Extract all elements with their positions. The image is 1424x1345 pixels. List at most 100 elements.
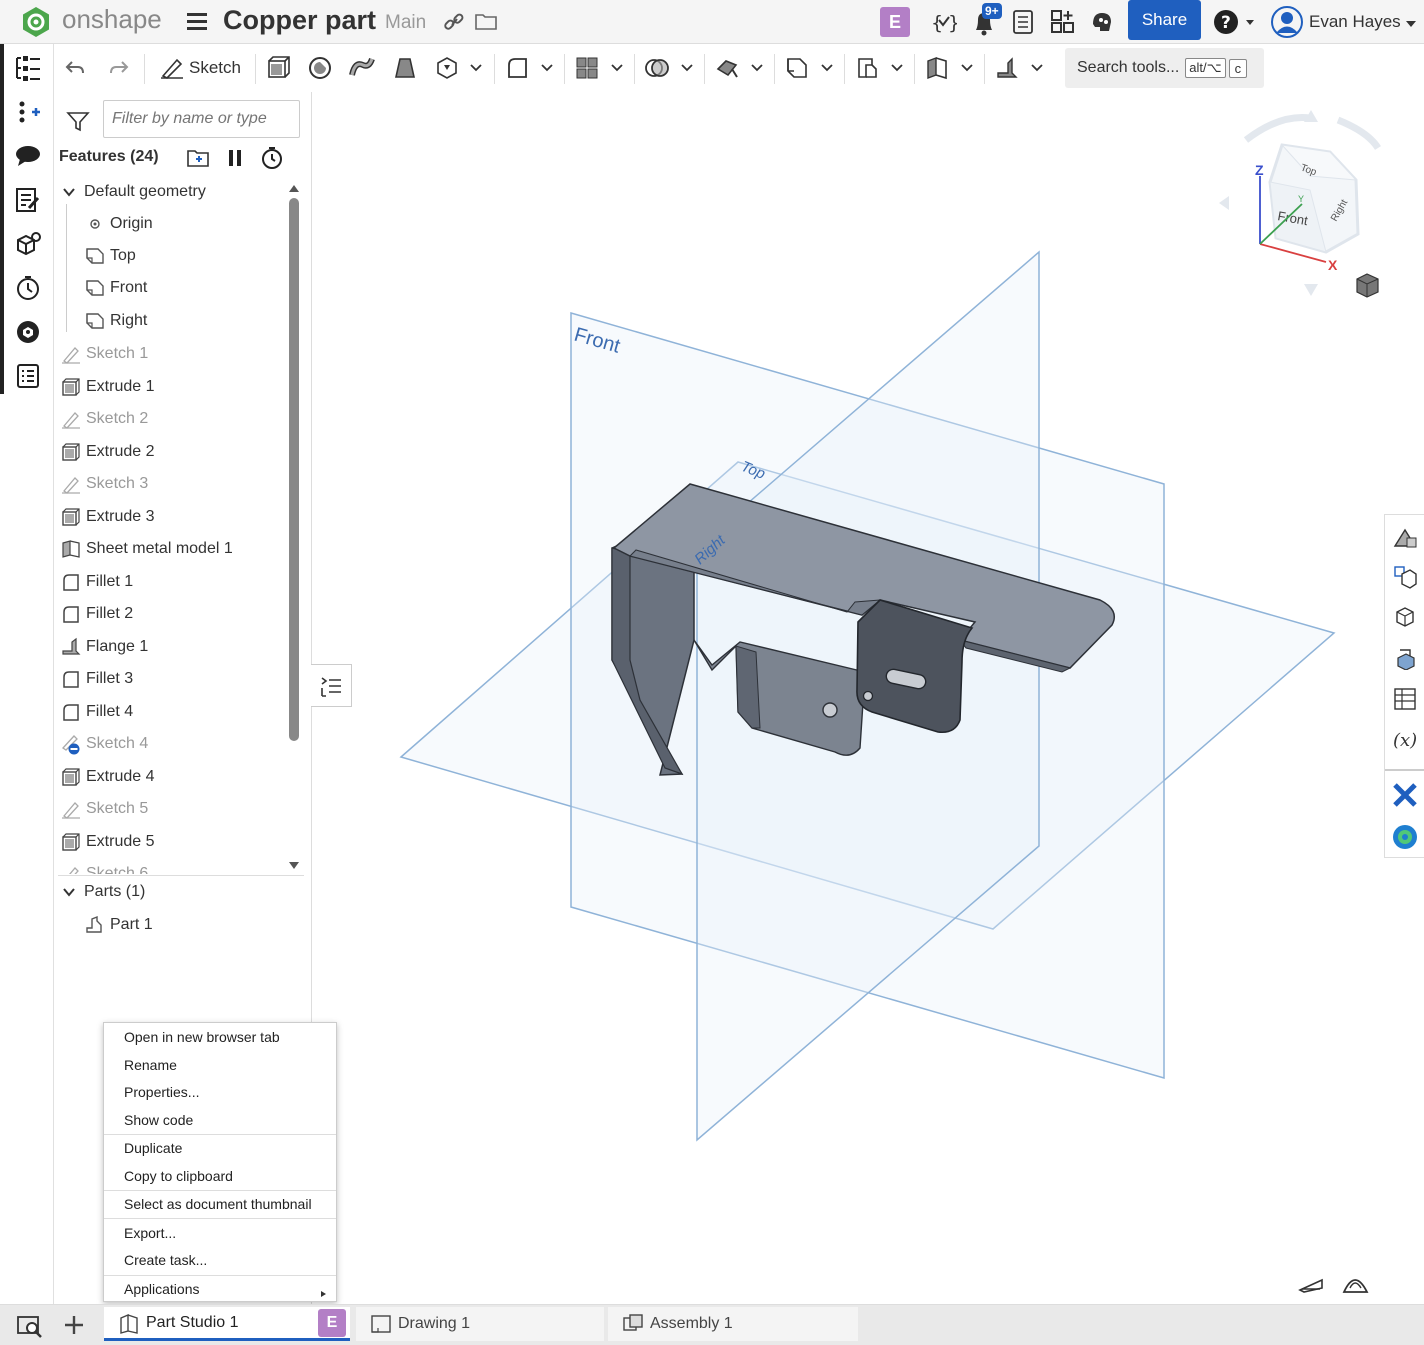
scrollbar-thumb[interactable] [289,198,299,741]
share-button[interactable]: Share [1128,0,1201,40]
chevron-down-icon[interactable] [1404,16,1418,27]
link-icon[interactable] [443,12,465,32]
simulation-app-icon[interactable] [1390,821,1420,853]
named-views-icon[interactable] [1390,641,1420,673]
feature-row[interactable]: Fillet 2 [60,598,290,630]
add-tab-icon[interactable] [62,1313,86,1337]
feature-row[interactable]: Fillet 1 [60,566,290,598]
menu-item-export[interactable]: Export... [104,1220,336,1246]
configurations-panel-icon[interactable] [1390,601,1420,633]
frame-icon[interactable] [992,52,1022,84]
chevron-down-icon[interactable] [609,52,625,84]
chevron-down-icon[interactable] [58,881,80,903]
pattern-icon[interactable] [572,52,602,84]
tree-item-top-plane[interactable]: Top [84,240,290,272]
tab-drawing-1[interactable]: Drawing 1 [356,1307,604,1341]
chevron-down-icon[interactable] [468,52,484,84]
learning-center-icon[interactable] [1089,9,1115,35]
menu-item-open-new-tab[interactable]: Open in new browser tab [104,1024,336,1050]
onshape-logo-icon[interactable] [18,4,54,40]
feature-list-toggle-button[interactable] [311,664,352,707]
view-mode-cube-icon[interactable] [1356,273,1384,298]
branch-name[interactable]: Main [385,12,426,34]
workspace-badge[interactable]: E [880,7,910,37]
measure-icon[interactable] [1298,1278,1323,1293]
feature-row[interactable]: Sheet metal model 1 [60,533,290,565]
release-list-icon[interactable] [1011,9,1035,35]
menu-item-duplicate[interactable]: Duplicate [104,1135,336,1161]
chevron-down-icon[interactable] [539,52,555,84]
default-geometry-group[interactable]: Default geometry [58,176,290,208]
history-icon[interactable] [12,272,44,304]
variables-icon[interactable]: {} [929,9,960,35]
sheet-metal-icon[interactable] [922,52,952,84]
feature-row[interactable]: Sketch 1 [60,338,290,370]
redo-icon[interactable] [106,52,132,84]
configurations-icon[interactable] [12,228,44,260]
tab-assembly-1[interactable]: Assembly 1 [608,1307,858,1341]
app-store-icon[interactable] [1049,8,1077,36]
menu-item-rename[interactable]: Rename [104,1052,336,1078]
sweep-icon[interactable] [347,52,377,84]
notes-icon[interactable] [12,184,44,216]
boolean-icon[interactable] [642,52,672,84]
feature-row[interactable]: Extrude 4 [60,761,290,793]
user-avatar[interactable] [1271,6,1303,38]
tree-item-right-plane[interactable]: Right [84,305,290,337]
loft-icon[interactable] [390,52,420,84]
undo-icon[interactable] [62,52,88,84]
chevron-down-icon[interactable] [749,52,765,84]
folder-icon[interactable] [474,11,498,31]
tree-item-part-1[interactable]: Part 1 [84,909,324,941]
filter-icon[interactable] [66,110,90,132]
tab-manager-icon[interactable] [16,1313,44,1339]
graphics-viewport[interactable]: Front Top Right Top Front Right Z X Y [352,92,1384,1304]
transform-icon[interactable] [712,52,742,84]
feature-row[interactable]: Sketch 6 [60,858,290,874]
parts-group[interactable]: Parts (1) [58,876,298,908]
feature-row[interactable]: Fillet 4 [60,696,290,728]
revolve-icon[interactable] [305,52,335,84]
render-studio-icon[interactable] [12,316,44,348]
chevron-down-icon[interactable] [889,52,905,84]
chevron-down-icon[interactable] [819,52,835,84]
document-title[interactable]: Copper part [223,5,376,36]
appearance-icon[interactable] [1390,521,1420,553]
sketch-button[interactable]: Sketch [152,52,248,84]
help-icon[interactable]: ? [1213,9,1257,35]
comments-icon[interactable] [12,140,44,172]
user-name[interactable]: Evan Hayes [1309,12,1401,32]
menu-icon[interactable] [186,11,208,31]
feature-row[interactable]: Sketch 3 [60,468,290,500]
thicken-icon[interactable] [432,52,462,84]
checklist-icon[interactable] [12,360,44,392]
new-folder-icon[interactable] [185,146,211,170]
feature-row[interactable]: Extrude 5 [60,826,290,858]
menu-item-copy-clipboard[interactable]: Copy to clipboard [104,1163,336,1189]
feature-row[interactable]: Sketch 4 [60,728,290,760]
insert-icon[interactable] [12,96,44,128]
feature-row[interactable]: Sketch 5 [60,793,290,825]
chevron-down-icon[interactable] [1029,52,1045,84]
mate-connector-icon[interactable] [852,52,882,84]
search-tools-button[interactable]: Search tools... alt/⌥ c [1065,48,1264,88]
feature-row[interactable]: Sketch 2 [60,403,290,435]
stopwatch-icon[interactable] [260,146,284,170]
feature-row[interactable]: Fillet 3 [60,663,290,695]
menu-item-show-code[interactable]: Show code [104,1107,336,1133]
feature-list-icon[interactable] [12,52,44,84]
bom-icon[interactable] [1390,561,1420,593]
chevron-down-icon[interactable] [58,181,80,203]
menu-item-properties[interactable]: Properties... [104,1079,336,1105]
cross-app-icon[interactable] [1390,779,1420,811]
fillet-icon[interactable] [502,52,532,84]
chevron-down-icon[interactable] [959,52,975,84]
chevron-down-icon[interactable] [679,52,695,84]
scroll-down-arrow[interactable] [288,858,300,869]
menu-item-create-task[interactable]: Create task... [104,1247,336,1273]
variables-table-icon[interactable]: (x) [1390,723,1420,755]
feature-row[interactable]: Extrude 2 [60,436,290,468]
feature-row[interactable]: Extrude 3 [60,501,290,533]
tree-item-front-plane[interactable]: Front [84,272,290,304]
section-view-icon[interactable] [1342,1279,1369,1293]
